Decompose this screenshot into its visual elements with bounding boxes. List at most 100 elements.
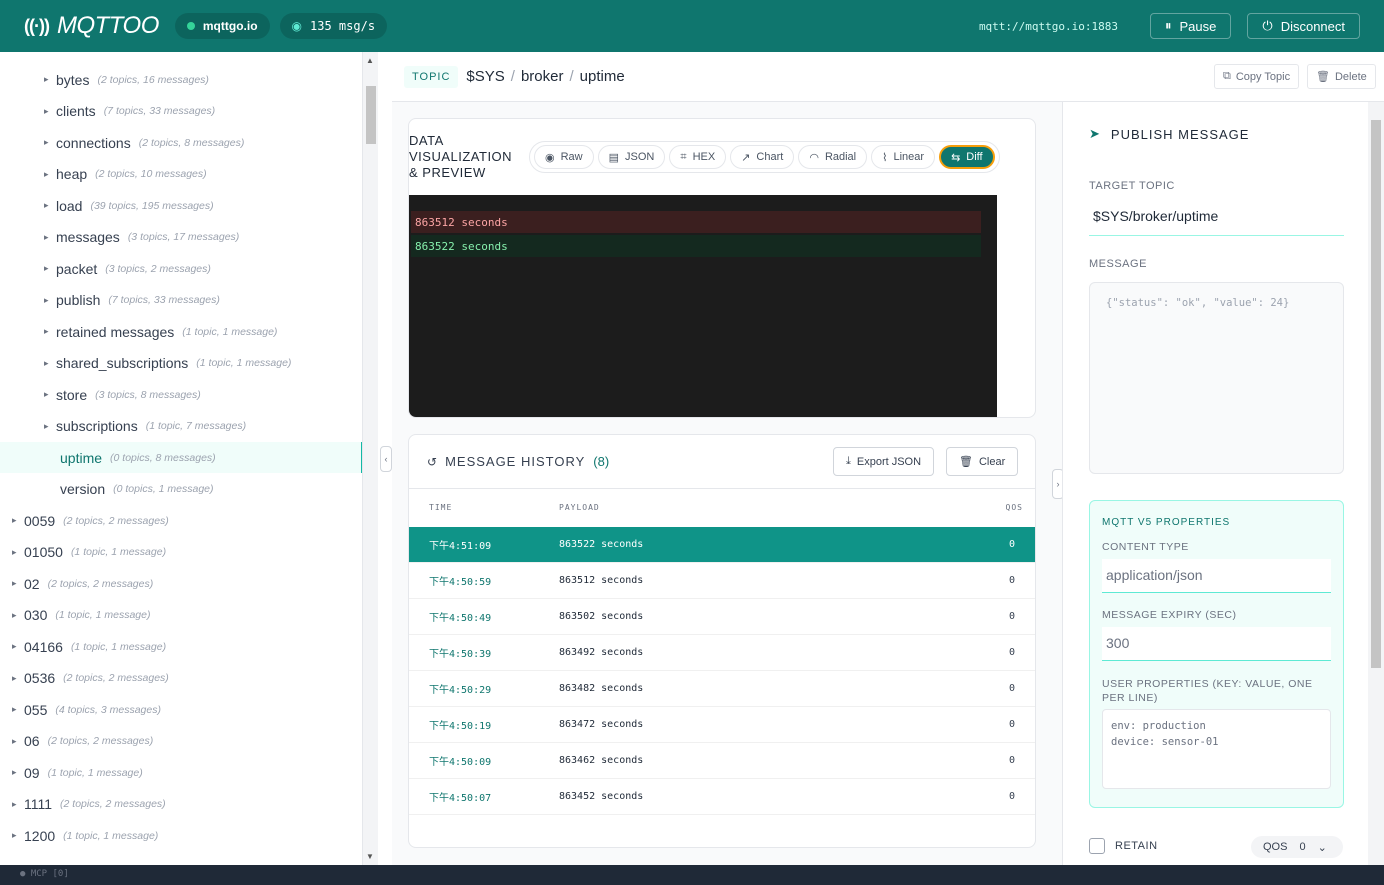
- caret-right-icon[interactable]: ▸: [44, 326, 56, 337]
- tree-item-meta: (1 topic, 1 message): [196, 357, 292, 369]
- tree-item[interactable]: ▸ packet (3 topics, 2 messages): [0, 253, 362, 284]
- scroll-up-icon[interactable]: ▲: [366, 56, 374, 65]
- tree-item[interactable]: ▸ shared_subscriptions (1 topic, 1 message…: [0, 348, 362, 379]
- caret-right-icon[interactable]: ▸: [12, 515, 24, 526]
- tree-item-name: connections: [56, 134, 131, 151]
- caret-right-icon[interactable]: ▸: [12, 547, 24, 558]
- caret-right-icon[interactable]: ▸: [12, 610, 24, 621]
- tree-item[interactable]: ▸ 09 (1 topic, 1 message): [0, 757, 362, 788]
- table-row[interactable]: 下午4:50:49 863502 seconds 0: [409, 599, 1035, 635]
- caret-right-icon[interactable]: ▸: [12, 830, 24, 841]
- tree-item[interactable]: ▸ load (39 topics, 195 messages): [0, 190, 362, 221]
- collapse-tree-button[interactable]: ‹: [380, 446, 392, 472]
- breadcrumb-item[interactable]: $SYS: [466, 68, 504, 85]
- tree-item[interactable]: ▸ 02 (2 topics, 2 messages): [0, 568, 362, 599]
- table-row[interactable]: 下午4:50:59 863512 seconds 0: [409, 563, 1035, 599]
- caret-right-icon[interactable]: ▸: [44, 137, 56, 148]
- caret-right-icon[interactable]: ▸: [44, 106, 56, 117]
- tree-scrollbar[interactable]: ▲ ▼: [363, 52, 378, 865]
- caret-right-icon[interactable]: ▸: [12, 704, 24, 715]
- tree-item[interactable]: ▸ 030 (1 topic, 1 message): [0, 600, 362, 631]
- mode-hex-button[interactable]: ⌗ HEX: [669, 145, 727, 169]
- tree-item-meta: (3 topics, 17 messages): [127, 231, 240, 243]
- message-textarea[interactable]: {"status": "ok", "value": 24}: [1089, 282, 1344, 474]
- tree-item[interactable]: ▸ 1111 (2 topics, 2 messages): [0, 789, 362, 820]
- tree-item-name: store: [56, 386, 88, 403]
- scroll-down-icon[interactable]: ▼: [366, 852, 374, 861]
- qos-select[interactable]: QOS 0 ⌄: [1251, 836, 1343, 858]
- caret-right-icon[interactable]: ▸: [44, 421, 56, 432]
- tree-item[interactable]: ▸ 0059 (2 topics, 2 messages): [0, 505, 362, 536]
- caret-right-icon[interactable]: ▸: [44, 200, 56, 211]
- content-type-input[interactable]: application/json: [1102, 559, 1331, 593]
- retain-control[interactable]: RETAIN: [1089, 838, 1158, 854]
- disconnect-button[interactable]: ⏻ Disconnect: [1247, 13, 1360, 39]
- copy-icon: ⧉: [1223, 70, 1231, 82]
- tree-item[interactable]: ▸ 055 (4 topics, 3 messages): [0, 694, 362, 725]
- tree-item[interactable]: ▸ publish (7 topics, 33 messages): [0, 285, 362, 316]
- clear-button[interactable]: 🗑 Clear: [946, 447, 1019, 476]
- tree-item[interactable]: ▸ 0536 (2 topics, 2 messages): [0, 663, 362, 694]
- tree-item[interactable]: ▸ 01050 (1 topic, 1 message): [0, 537, 362, 568]
- table-row[interactable]: 下午4:51:09 863522 seconds 0: [409, 527, 1035, 563]
- table-row[interactable]: 下午4:50:07 863452 seconds 0: [409, 779, 1035, 815]
- pause-button[interactable]: ⏸ Pause: [1150, 13, 1232, 39]
- caret-right-icon[interactable]: ▸: [12, 578, 24, 589]
- mode-linear-button[interactable]: ⌇ Linear: [871, 145, 936, 169]
- tree-item-meta: (4 topics, 3 messages): [55, 703, 161, 716]
- breadcrumb-sep: /: [510, 68, 515, 85]
- tree-item[interactable]: ▸ 06 (2 topics, 2 messages): [0, 726, 362, 757]
- delete-button[interactable]: 🗑 Delete: [1307, 64, 1376, 89]
- publish-scroll-thumb[interactable]: [1371, 120, 1381, 668]
- tree-item[interactable]: version (0 topics, 1 message): [0, 474, 362, 505]
- caret-right-icon[interactable]: ▸: [12, 736, 24, 747]
- table-row[interactable]: 下午4:50:09 863462 seconds 0: [409, 743, 1035, 779]
- publish-scrollbar[interactable]: [1368, 102, 1384, 865]
- tree-item[interactable]: ▸ retained messages (1 topic, 1 message): [0, 316, 362, 347]
- copy-topic-button[interactable]: ⧉ Copy Topic: [1214, 64, 1300, 89]
- caret-right-icon[interactable]: ▸: [12, 767, 24, 778]
- tree-item[interactable]: ▸ 04166 (1 topic, 1 message): [0, 631, 362, 662]
- tree-item-meta: (1 topic, 1 message): [63, 829, 159, 842]
- tree-item-meta: (39 topics, 195 messages): [90, 199, 214, 212]
- mode-diff-button[interactable]: ⇆ Diff: [939, 145, 995, 169]
- target-topic-input[interactable]: $SYS/broker/uptime: [1089, 202, 1344, 236]
- table-row[interactable]: 下午4:50:39 863492 seconds 0: [409, 635, 1035, 671]
- table-row[interactable]: 下午4:50:29 863482 seconds 0: [409, 671, 1035, 707]
- caret-right-icon[interactable]: ▸: [44, 389, 56, 400]
- breadcrumb-item[interactable]: uptime: [580, 68, 625, 85]
- caret-right-icon[interactable]: ▸: [44, 358, 56, 369]
- user-props-textarea[interactable]: env: production device: sensor-01: [1102, 709, 1331, 789]
- breadcrumb: $SYS / broker / uptime: [466, 68, 624, 85]
- tree-item[interactable]: ▸ 1200 (1 topic, 1 message): [0, 820, 362, 851]
- tree-item[interactable]: ▸ store (3 topics, 8 messages): [0, 379, 362, 410]
- caret-right-icon[interactable]: ▸: [44, 232, 56, 243]
- broker-pill[interactable]: mqttgo.io: [174, 13, 270, 39]
- caret-right-icon[interactable]: ▸: [12, 799, 24, 810]
- export-json-button[interactable]: ⤓ Export JSON: [833, 447, 935, 476]
- retain-checkbox[interactable]: [1089, 838, 1105, 854]
- mode-json-button[interactable]: ▤ JSON: [597, 145, 666, 169]
- tree-item[interactable]: ▸ heap (2 topics, 10 messages): [0, 159, 362, 190]
- caret-right-icon[interactable]: ▸: [44, 295, 56, 306]
- caret-right-icon[interactable]: ▸: [12, 673, 24, 684]
- tree-item[interactable]: ▸ bytes (2 topics, 16 messages): [0, 64, 362, 95]
- caret-right-icon[interactable]: ▸: [12, 641, 24, 652]
- tree-item[interactable]: ▸ subscriptions (1 topic, 7 messages): [0, 411, 362, 442]
- mode-radial-button[interactable]: ◠ Radial: [798, 145, 868, 169]
- tree-item[interactable]: ▸ clients (7 topics, 33 messages): [0, 96, 362, 127]
- topic-tree: ▸ bytes (2 topics, 16 messages) ▸ clients (7 …: [0, 52, 363, 865]
- caret-right-icon[interactable]: ▸: [44, 263, 56, 274]
- caret-right-icon[interactable]: ▸: [44, 169, 56, 180]
- mode-chart-button[interactable]: ↗ Chart: [730, 145, 795, 169]
- publish-panel: ➤ PUBLISH MESSAGE TARGET TOPIC $SYS/brok…: [1062, 102, 1384, 865]
- expiry-input[interactable]: 300: [1102, 627, 1331, 661]
- caret-right-icon[interactable]: ▸: [44, 74, 56, 85]
- tree-item[interactable]: ▸ messages (3 topics, 17 messages): [0, 222, 362, 253]
- tree-scroll-thumb[interactable]: [366, 86, 376, 144]
- mode-raw-button[interactable]: ◉ Raw: [534, 145, 594, 169]
- table-row[interactable]: 下午4:50:19 863472 seconds 0: [409, 707, 1035, 743]
- tree-item[interactable]: uptime (0 topics, 8 messages): [0, 442, 362, 473]
- tree-item[interactable]: ▸ connections (2 topics, 8 messages): [0, 127, 362, 158]
- breadcrumb-item[interactable]: broker: [521, 68, 564, 85]
